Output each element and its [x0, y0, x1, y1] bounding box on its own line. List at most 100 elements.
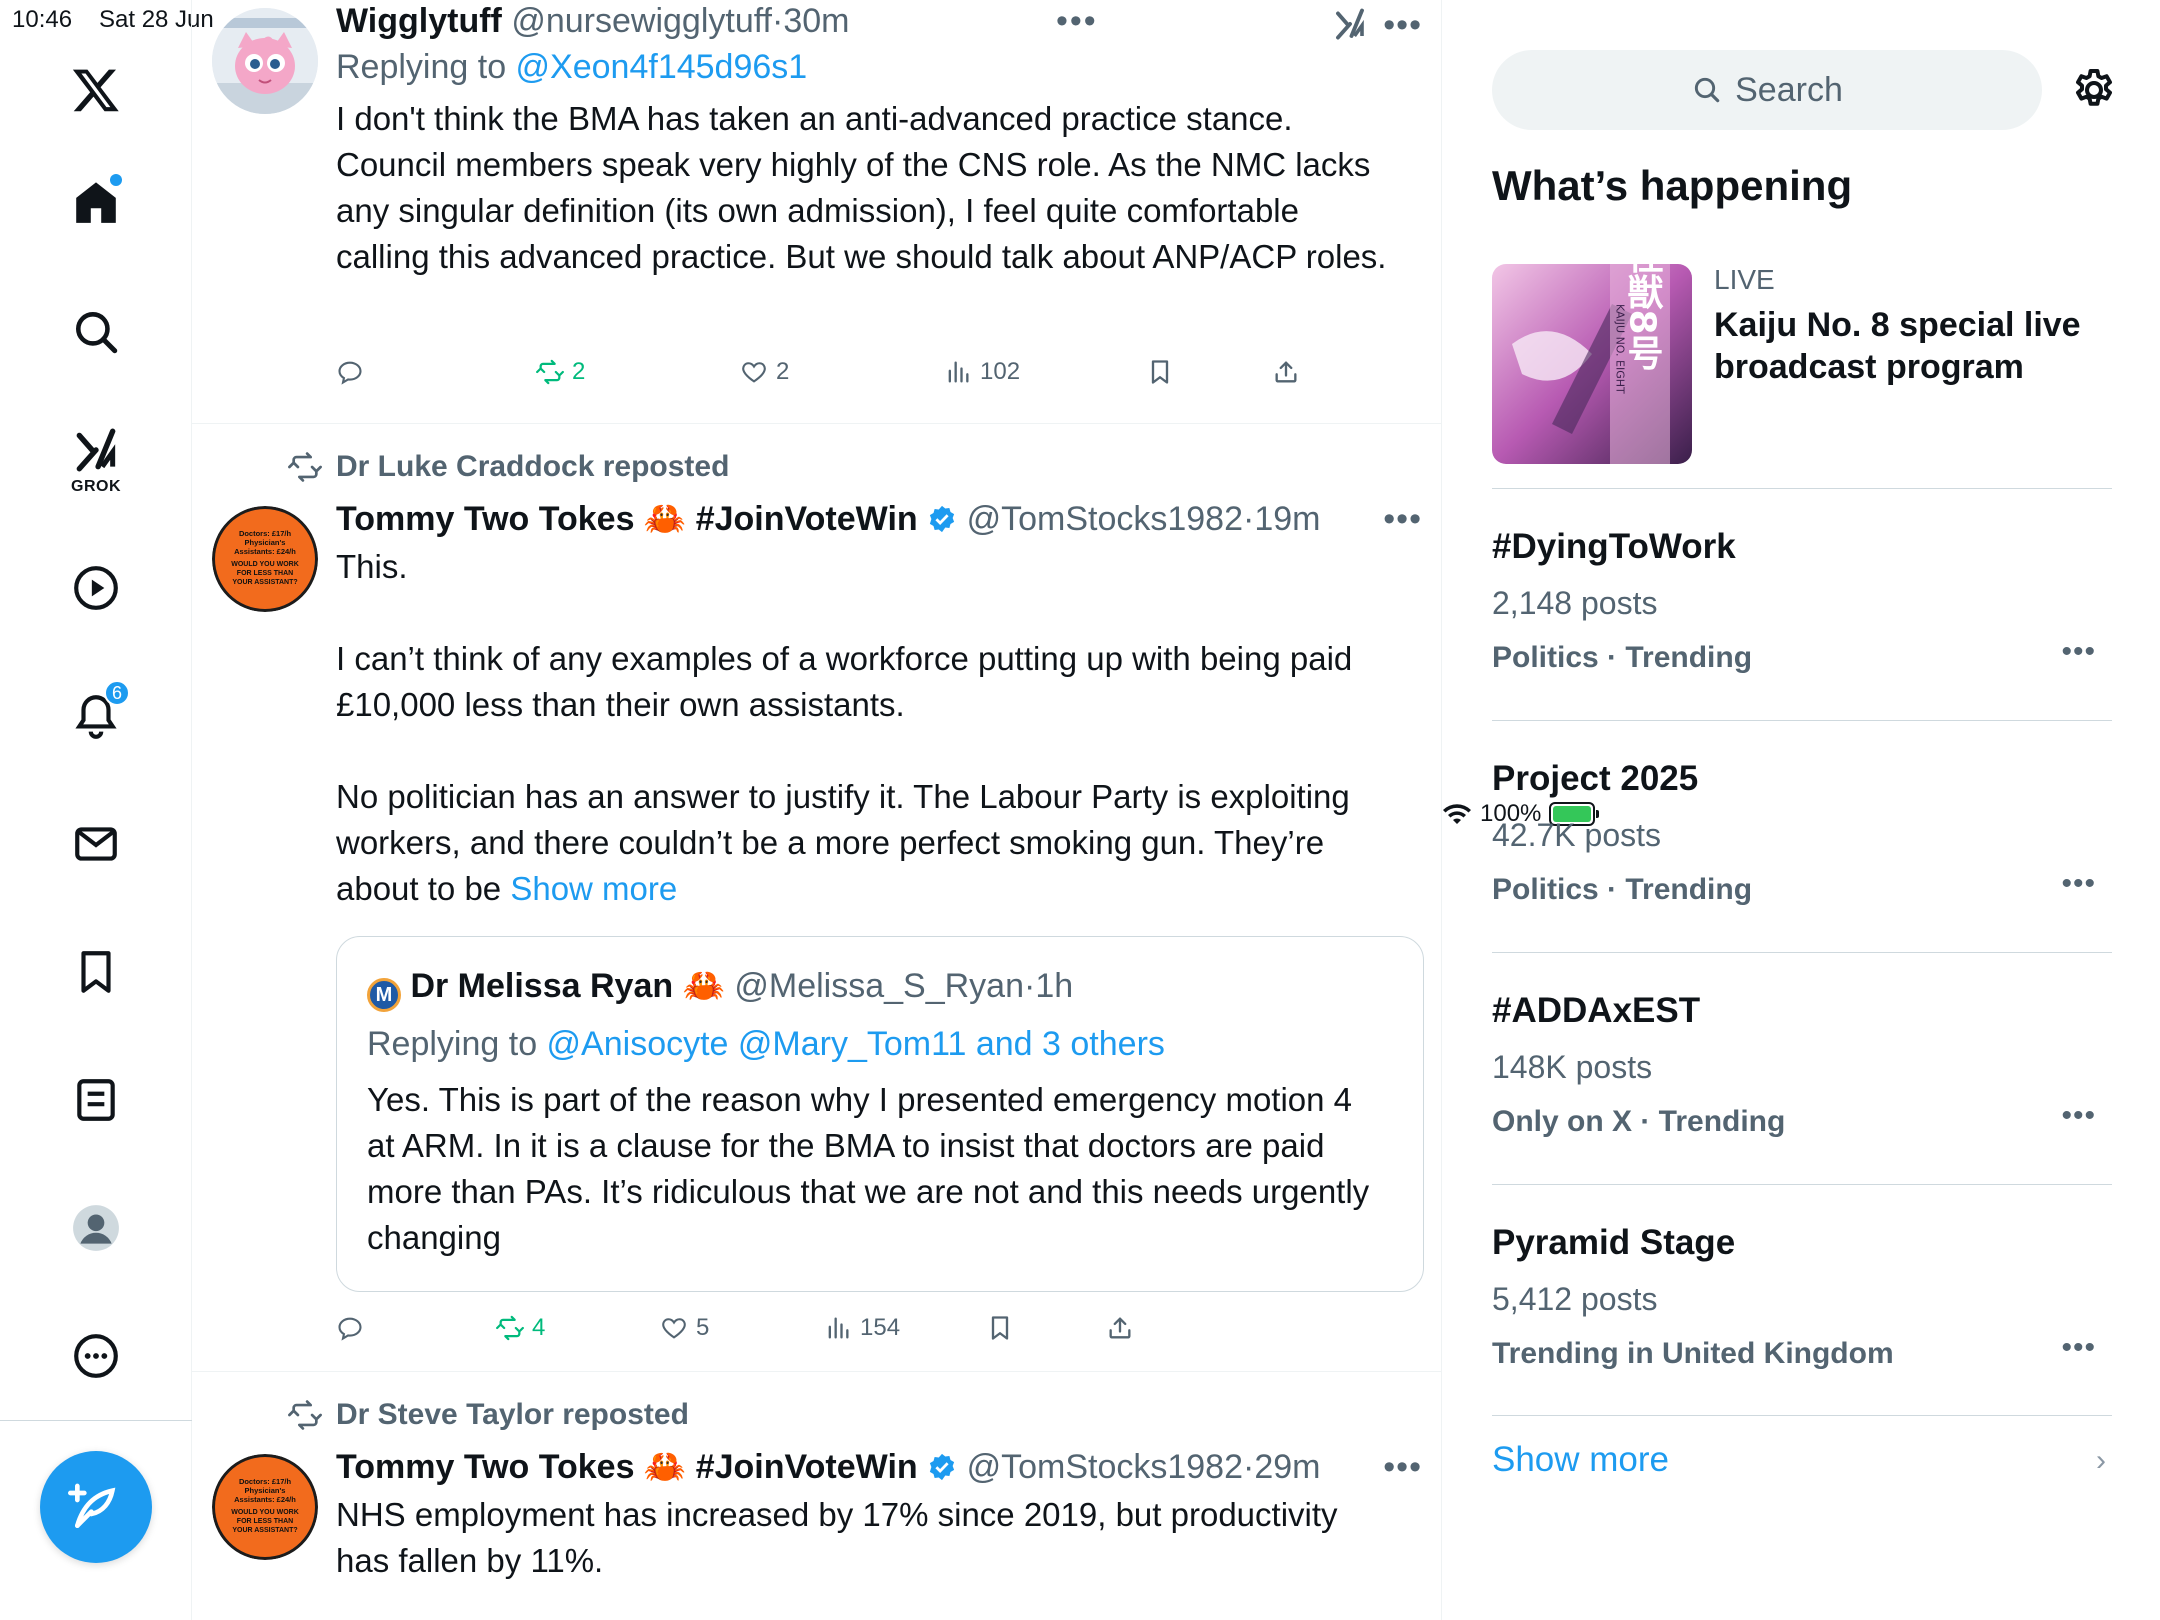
trend-item[interactable]: Pyramid Stage 5,412 posts Trending in Un…: [1492, 1184, 2112, 1414]
share-icon: [1109, 1317, 1131, 1339]
bookmark-button[interactable]: [1146, 358, 1174, 386]
avatar-sign-line: Doctors: £17/h: [239, 529, 292, 538]
author-name[interactable]: Wigglytuff: [336, 2, 502, 40]
messages-mail-icon[interactable]: [66, 814, 126, 874]
x-logo-icon[interactable]: [66, 60, 126, 120]
avatar[interactable]: Doctors: £17/h Physician's Assistants: £…: [212, 1454, 318, 1560]
trend-item[interactable]: #ADDAxEST 148K posts Only on X · Trendin…: [1492, 952, 2112, 1184]
video-icon[interactable]: [66, 558, 126, 618]
tweet-paragraph: I can’t think of any examples of a workf…: [336, 640, 1353, 723]
compose-feather-icon: [68, 1483, 116, 1528]
avatar-sign-line: Assistants: £24/h: [234, 1495, 296, 1504]
tweet[interactable]: Dr Luke Craddock reposted Doctors: £17/h…: [192, 424, 1441, 1372]
search-placeholder: Search: [1735, 70, 1843, 109]
avatar[interactable]: [212, 8, 318, 114]
tweet-text: I don't think the BMA has taken an anti-…: [336, 100, 1387, 275]
avatar-sign-line: YOUR ASSISTANT?: [232, 579, 297, 586]
avatar-sign-line: FOR LESS THAN: [237, 1518, 293, 1525]
lists-icon[interactable]: [66, 1070, 126, 1130]
live-image-title-text: 怪獣8号: [1622, 264, 1664, 371]
tweet-more-icon[interactable]: •••: [1383, 6, 1422, 45]
repost-context[interactable]: Dr Steve Taylor reposted: [288, 1398, 689, 1432]
separator-dot: ·: [1243, 500, 1255, 538]
repost-button[interactable]: 2: [536, 358, 585, 386]
author-name[interactable]: Tommy Two Tokes 🦀 #JoinVoteWin: [336, 500, 918, 538]
trend-more-icon[interactable]: •••: [2061, 867, 2096, 901]
like-count: 5: [696, 1314, 710, 1341]
notifications-bell-icon[interactable]: 6: [66, 680, 130, 746]
replying-to-link[interactable]: @Anisocyte @Mary_Tom11 and 3 others: [547, 1025, 1165, 1063]
grok-label: GROK: [71, 478, 121, 495]
separator-dot: ·: [772, 2, 784, 40]
live-event-card[interactable]: 怪獣8号 KAIJU NO. EIGHT LIVE Kaiju No. 8 sp…: [1492, 264, 2112, 484]
author-handle[interactable]: @TomStocks1982: [967, 1448, 1243, 1486]
bookmark-button[interactable]: [986, 1314, 1014, 1342]
trend-item[interactable]: #DyingToWork 2,148 posts Politics · Tren…: [1492, 488, 2112, 720]
quote-author-handle[interactable]: @Melissa_S_Ryan: [734, 967, 1024, 1005]
right-sidebar: Search What’s happening 怪獣8号 KAIJU NO. E…: [1442, 0, 2160, 1620]
trend-more-icon[interactable]: •••: [2061, 635, 2096, 669]
trend-name: Project 2025: [1492, 759, 1699, 798]
compose-post-button[interactable]: [40, 1451, 152, 1563]
share-button[interactable]: [1272, 358, 1300, 386]
trend-post-count: 148K posts: [1492, 1049, 1653, 1085]
tweet-time[interactable]: 30m: [783, 2, 849, 40]
author-name[interactable]: Tommy Two Tokes 🦀 #JoinVoteWin: [336, 1448, 918, 1486]
replying-to-link[interactable]: @Xeon4f145d96s1: [516, 48, 808, 86]
show-more-trends-link[interactable]: Show more ›: [1492, 1440, 2112, 1480]
trend-more-icon[interactable]: •••: [2061, 1331, 2096, 1365]
author-handle[interactable]: @nursewigglytuff: [511, 2, 772, 40]
trend-category: Politics · Trending: [1492, 641, 1753, 674]
bookmark-icon: [1151, 360, 1169, 384]
home-badge-dot: [110, 174, 122, 186]
verified-badge-icon: [930, 1453, 955, 1481]
tweet-time[interactable]: 29m: [1254, 1448, 1320, 1486]
tweet-more-icon[interactable]: •••: [1383, 500, 1422, 539]
grok-icon[interactable]: [66, 420, 126, 480]
views-button[interactable]: 102: [944, 358, 1020, 386]
live-event-image[interactable]: 怪獣8号 KAIJU NO. EIGHT: [1492, 264, 1692, 464]
repost-context[interactable]: Dr Luke Craddock reposted: [288, 450, 729, 484]
like-button[interactable]: 5: [660, 1314, 709, 1342]
bookmarks-icon[interactable]: [66, 942, 126, 1002]
trend-more-icon[interactable]: •••: [2061, 1099, 2096, 1133]
share-button[interactable]: [1106, 1314, 1134, 1342]
live-event-title[interactable]: Kaiju No. 8 special live broadcast progr…: [1714, 304, 2114, 388]
tweet-paragraph: This.: [336, 548, 408, 585]
notifications-badge: 6: [104, 680, 130, 706]
show-more-link[interactable]: Show more: [510, 870, 677, 907]
like-button[interactable]: 2: [740, 358, 789, 386]
repost-button[interactable]: 4: [496, 1314, 545, 1342]
live-image-subtitle-text: KAIJU NO. EIGHT: [1614, 304, 1627, 394]
reply-button[interactable]: [336, 358, 364, 386]
tweet-text: NHS employment has increased by 17% sinc…: [336, 1496, 1338, 1579]
author-handle[interactable]: @TomStocks1982: [967, 500, 1243, 538]
timeline-feed[interactable]: ••• Wigglytuff @nursewigglytuff·30m Repl…: [192, 0, 1442, 1620]
views-button[interactable]: 154: [824, 1314, 900, 1342]
quote-avatar[interactable]: M: [367, 978, 401, 1012]
tweet[interactable]: Wigglytuff @nursewigglytuff·30m Replying…: [192, 0, 1441, 424]
tweet[interactable]: Dr Steve Taylor reposted Doctors: £17/h …: [192, 1372, 1441, 1620]
bookmark-icon: [991, 1316, 1009, 1340]
tweet-more-icon[interactable]: •••: [1383, 1448, 1422, 1487]
settings-gear-icon[interactable]: [2070, 66, 2118, 114]
quote-author-name[interactable]: Dr Melissa Ryan 🦀: [410, 967, 724, 1005]
tweet-time[interactable]: 19m: [1254, 500, 1320, 538]
avatar[interactable]: Doctors: £17/h Physician's Assistants: £…: [212, 506, 318, 612]
search-icon: [1694, 77, 1720, 103]
avatar-sign-line: Physician's: [245, 1486, 286, 1495]
more-options-icon[interactable]: [66, 1326, 126, 1386]
show-more-label: Show more: [1492, 1440, 1670, 1479]
live-tag: LIVE: [1714, 264, 1775, 295]
trend-item[interactable]: Project 2025 42.7K posts Politics · Tren…: [1492, 720, 2112, 952]
profile-avatar-icon[interactable]: [66, 1198, 126, 1258]
trend-name: #DyingToWork: [1492, 527, 1736, 566]
quoted-tweet[interactable]: M Dr Melissa Ryan 🦀 @Melissa_S_Ryan·1h R…: [336, 936, 1424, 1292]
trend-category: Only on X · Trending: [1492, 1105, 1786, 1138]
search-input[interactable]: Search: [1492, 50, 2042, 130]
home-icon[interactable]: [66, 172, 126, 232]
avatar-sign-line: WOULD YOU WORK: [231, 1509, 299, 1516]
repost-count: 2: [572, 358, 586, 385]
search-icon[interactable]: [66, 302, 126, 362]
reply-button[interactable]: [336, 1314, 364, 1342]
